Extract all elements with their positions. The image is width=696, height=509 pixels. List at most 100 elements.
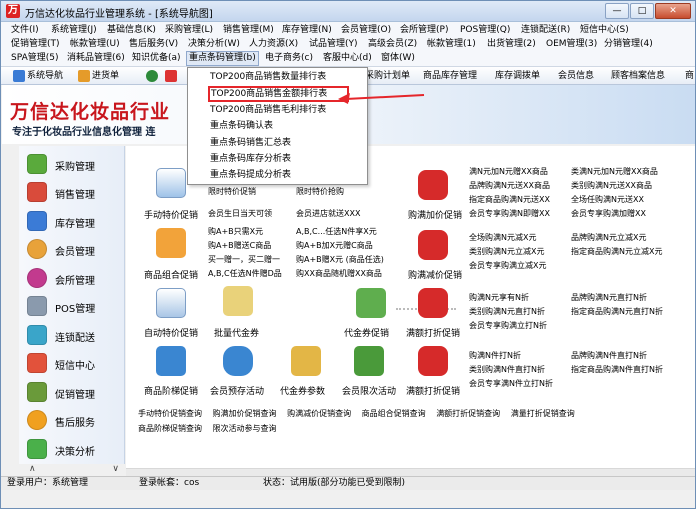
label-tiered[interactable]: 商品阶梯促销: [144, 384, 198, 397]
toolbar-purchase-plan[interactable]: 采购计划单: [365, 69, 410, 83]
label-voucher-params[interactable]: 代金券参数: [280, 384, 325, 397]
menu-club[interactable]: 会所管理(P): [400, 23, 448, 38]
menu-consumables[interactable]: 消耗品管理(6): [67, 51, 125, 66]
label-auto-special[interactable]: 自动特价促销: [144, 326, 198, 339]
bar-chart-icon[interactable]: [156, 168, 186, 198]
toolbar-customer-file[interactable]: 顾客档案信息: [611, 69, 665, 83]
sidebar-item-sales[interactable]: 销售管理: [23, 178, 123, 204]
label-add-price[interactable]: 购满加价促销: [408, 208, 462, 221]
menu-after-sales[interactable]: 售后服务(V): [129, 37, 178, 52]
label-member-limit[interactable]: 会员限次活动: [342, 384, 396, 397]
dd-barcode-commission[interactable]: 重点条码提成分析表: [210, 168, 365, 184]
gift-box-icon[interactable]: [156, 228, 186, 258]
link-quantity-query[interactable]: 满量打折促销查询: [511, 409, 575, 418]
label-discount-1[interactable]: 满额打折促销: [406, 326, 460, 339]
link-reduce-price-query[interactable]: 购满减价促销查询: [287, 409, 351, 418]
menu-knowledge[interactable]: 知识优备(a): [132, 51, 181, 66]
menu-hr[interactable]: 人力资源(X): [249, 37, 298, 52]
voucher-icon[interactable]: [356, 288, 386, 318]
link-add-price-query[interactable]: 购满加价促销查询: [213, 409, 277, 418]
label-manual-special[interactable]: 手动特价促销: [144, 208, 198, 221]
label-combo[interactable]: 商品组合促销: [144, 268, 198, 281]
dd-barcode-sales[interactable]: 重点条码销售汇总表: [210, 136, 365, 152]
text-col3-b1-2: 指定商品购满N元送XX: [469, 195, 550, 204]
toolbar-globe[interactable]: [146, 69, 160, 83]
cart-discount-icon[interactable]: [418, 288, 448, 318]
toolbar-overflow[interactable]: 商: [685, 69, 694, 83]
toolbar-nav[interactable]: 系统导航: [13, 69, 63, 83]
menu-system[interactable]: 系统管理(J): [51, 23, 97, 38]
sidebar-item-purchase[interactable]: 采购管理: [23, 150, 123, 176]
menu-shipping[interactable]: 出货管理(2): [487, 37, 536, 52]
toolbar-transfer[interactable]: 库存调拨单: [495, 69, 540, 83]
sidebar-item-sms[interactable]: 短信中心: [23, 349, 123, 375]
menu-senior-member[interactable]: 高级会员(Z): [368, 37, 417, 52]
toolbar-tool[interactable]: [165, 69, 179, 83]
menu-purchase[interactable]: 采购管理(L): [165, 23, 213, 38]
pen-icon[interactable]: [223, 286, 253, 316]
menu-trial[interactable]: 试品管理(Y): [309, 37, 358, 52]
sidebar-item-chain[interactable]: 连锁配送: [23, 321, 123, 347]
toolbar-stock[interactable]: 商品库存管理: [423, 69, 477, 83]
chart-pen-icon[interactable]: [156, 288, 186, 318]
menu-pos[interactable]: POS管理(Q): [460, 23, 510, 38]
label-prestore[interactable]: 会员预存活动: [210, 384, 264, 397]
link-discount-query[interactable]: 满额打折促销查询: [436, 409, 500, 418]
toolbar-purchase-order[interactable]: 进货单: [78, 69, 119, 83]
menu-sales[interactable]: 销售管理(M): [223, 23, 274, 38]
scroll-up-icon[interactable]: ∧: [29, 463, 36, 475]
minimize-button[interactable]: —: [605, 3, 629, 19]
menu-accounts-2[interactable]: 帐款管理(1): [427, 37, 476, 52]
menu-file[interactable]: 文件(I): [11, 23, 39, 38]
menu-chain[interactable]: 连锁配送(R): [521, 23, 570, 38]
horizontal-scrollbar[interactable]: [126, 468, 695, 476]
text-col1-b2-2: 买一赠一，买二赠一: [208, 255, 280, 264]
menu-ecommerce[interactable]: 电子商务(c): [265, 51, 313, 66]
cart-discount-2-icon[interactable]: [418, 346, 448, 376]
menu-key-barcode[interactable]: 重点条码管理(b): [186, 51, 259, 66]
close-button[interactable]: ✕: [655, 3, 691, 19]
link-limit-query[interactable]: 限次活动参与查询: [213, 424, 277, 433]
maximize-button[interactable]: □: [630, 3, 654, 19]
sidebar-item-pos[interactable]: POS管理: [23, 292, 123, 318]
text-col3-b1-0: 满N元加N元赠XX商品: [469, 167, 548, 176]
dd-top200-quantity[interactable]: TOP200商品销售数量排行表: [210, 70, 365, 86]
link-manual-query[interactable]: 手动特价促销查询: [138, 409, 202, 418]
scroll-down-icon[interactable]: ∨: [112, 463, 119, 475]
dd-top200-amount[interactable]: TOP200商品销售金额排行表: [208, 86, 349, 102]
menu-distribution[interactable]: 分销管理(4): [604, 37, 653, 52]
menu-sms[interactable]: 短信中心(S): [580, 23, 629, 38]
dd-barcode-confirm[interactable]: 重点条码确认表: [210, 119, 365, 135]
label-batch-voucher[interactable]: 批量代金券: [214, 326, 259, 339]
cart-minus-icon[interactable]: [418, 230, 448, 260]
sidebar-item-inventory[interactable]: 库存管理: [23, 207, 123, 233]
sidebar-item-club[interactable]: 会所管理: [23, 264, 123, 290]
label-voucher-promo[interactable]: 代金券促销: [344, 326, 389, 339]
cart-plus-icon[interactable]: [418, 170, 448, 200]
dd-barcode-stock[interactable]: 重点条码库存分析表: [210, 152, 365, 168]
sidebar-item-after-sales[interactable]: 售后服务: [23, 406, 123, 432]
menu-oem[interactable]: OEM管理(3): [546, 37, 597, 52]
link-tiered-query[interactable]: 商品阶梯促销查询: [138, 424, 202, 433]
sidebar-item-promotion[interactable]: 促销管理: [23, 378, 123, 404]
menu-base-info[interactable]: 基础信息(K): [107, 23, 156, 38]
menu-inventory[interactable]: 库存管理(N): [282, 23, 332, 38]
money-bag-icon[interactable]: [223, 346, 253, 376]
menu-window[interactable]: 窗体(W): [381, 51, 415, 66]
menu-spa[interactable]: SPA管理(5): [11, 51, 58, 66]
price-tag-icon[interactable]: [156, 346, 186, 376]
member-limit-icon[interactable]: [354, 346, 384, 376]
label-reduce-price[interactable]: 购满减价促销: [408, 268, 462, 281]
query-links-row-2: 商品阶梯促销查询 限次活动参与查询: [138, 423, 277, 434]
menu-promotion[interactable]: 促销管理(T): [11, 37, 60, 52]
link-combo-query[interactable]: 商品组合促销查询: [362, 409, 426, 418]
coin-icon[interactable]: [291, 346, 321, 376]
menu-accounts[interactable]: 帐款管理(U): [70, 37, 120, 52]
menu-service[interactable]: 客服中心(d): [323, 51, 372, 66]
toolbar-member-info[interactable]: 会员信息: [558, 69, 594, 83]
menu-member[interactable]: 会员管理(O): [341, 23, 391, 38]
label-discount-2[interactable]: 满额打折促销: [406, 384, 460, 397]
sidebar-item-decision[interactable]: 决策分析: [23, 435, 123, 461]
sidebar-item-member[interactable]: 会员管理: [23, 235, 123, 261]
menu-decision[interactable]: 决策分析(W): [188, 37, 240, 52]
